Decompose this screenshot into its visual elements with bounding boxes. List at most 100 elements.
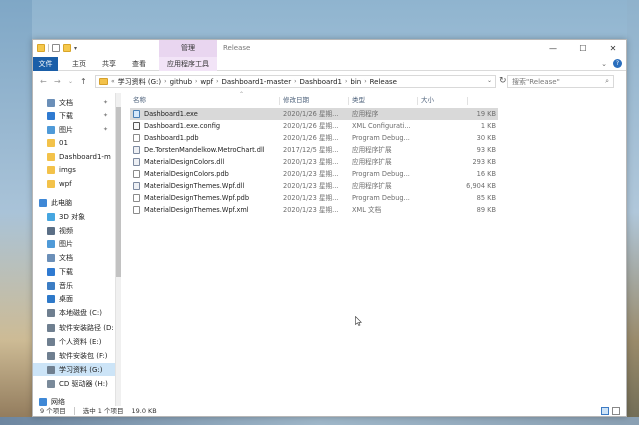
folder-icon [47, 138, 55, 147]
file-name: MaterialDesignThemes.Wpf.dll [144, 182, 245, 190]
column-divider[interactable] [279, 97, 280, 105]
file-size: 85 KB [476, 194, 496, 202]
breadcrumb-segment[interactable]: wpf [200, 78, 213, 86]
maximize-button[interactable]: ☐ [568, 40, 598, 57]
file-row[interactable]: MaterialDesignThemes.Wpf.xml 2020/1/23 星期… [130, 204, 498, 216]
chevron-right-icon[interactable]: › [364, 78, 366, 85]
address-dropdown-icon[interactable]: ⌄ [487, 77, 492, 84]
up-arrow-icon[interactable]: ↑ [80, 77, 87, 86]
file-row[interactable]: MaterialDesignThemes.Wpf.dll 2020/1/23 星期… [130, 180, 498, 192]
file-icon [133, 110, 140, 118]
search-input[interactable]: 搜索"Release" ⌕ [507, 75, 614, 88]
file-row[interactable]: Dashboard1.exe.config 2020/1/26 星期... XML … [130, 120, 498, 132]
breadcrumb-segment[interactable]: Release [370, 78, 397, 86]
sidebar-item[interactable]: 文档 [33, 251, 115, 264]
tab-view[interactable]: 查看 [127, 57, 151, 71]
expand-ribbon-icon[interactable]: ⌄ [601, 57, 607, 71]
file-row[interactable]: Dashboard1.exe 2020/1/26 星期... 应用程序 19 KB [130, 108, 498, 120]
column-divider[interactable] [467, 97, 468, 105]
tab-file[interactable]: 文件 [33, 57, 58, 71]
sidebar-item[interactable]: 软件安装包 (F:) [33, 349, 115, 362]
sidebar-item[interactable]: imgs [33, 163, 115, 176]
file-row[interactable]: De.TorstenMandelkow.MetroChart.dll 2017/1… [130, 144, 498, 156]
sidebar-item[interactable]: 图片 [33, 237, 115, 250]
sidebar-item[interactable]: wpf [33, 177, 115, 190]
sidebar-item-label: Dashboard1-m [59, 152, 111, 161]
divider [48, 44, 49, 52]
breadcrumb-segment[interactable]: bin [350, 78, 361, 86]
breadcrumb-segment[interactable]: 学习资料 (G:) [118, 77, 161, 87]
new-folder-icon[interactable] [63, 44, 71, 52]
sidebar-item-label: 文档 [59, 253, 73, 262]
chevron-right-icon[interactable]: › [345, 78, 347, 85]
recent-locations-icon[interactable]: ⌄ [68, 78, 73, 85]
file-row[interactable]: Dashboard1.pdb 2020/1/26 星期... Program Deb… [130, 132, 498, 144]
file-row[interactable]: MaterialDesignThemes.Wpf.pdb 2020/1/23 星期… [130, 192, 498, 204]
file-row[interactable]: MaterialDesignColors.dll 2020/1/23 星期... 应… [130, 156, 498, 168]
sidebar-item[interactable]: 图片 ✦ [33, 123, 115, 136]
tab-share[interactable]: 共享 [97, 57, 121, 71]
manage-context-tab[interactable]: 管理 [159, 40, 217, 57]
pin-icon[interactable]: ✦ [103, 99, 108, 106]
sidebar-item[interactable]: 音乐 [33, 279, 115, 292]
sidebar-item[interactable]: 3D 对象 [33, 210, 115, 223]
column-header-date[interactable]: 修改日期 [283, 93, 309, 107]
pin-icon[interactable]: ✦ [103, 126, 108, 133]
tab-application-tools[interactable]: 应用程序工具 [159, 57, 217, 71]
breadcrumb-segment[interactable]: github [170, 78, 192, 86]
column-divider[interactable] [417, 97, 418, 105]
refresh-icon[interactable]: ↻ [499, 76, 507, 86]
sidebar-item[interactable]: 个人资料 (E:) [33, 335, 115, 348]
sidebar-item-label: CD 驱动器 (H:) [59, 379, 108, 388]
column-header-type[interactable]: 类型 [352, 93, 365, 107]
file-name: MaterialDesignColors.dll [144, 158, 225, 166]
download-icon [47, 267, 55, 276]
sidebar-item[interactable]: Dashboard1-m [33, 150, 115, 163]
sidebar-item[interactable]: 下载 [33, 265, 115, 278]
file-size: 293 KB [472, 158, 496, 166]
scrollbar-thumb[interactable] [116, 107, 121, 277]
chevron-right-icon[interactable]: › [195, 78, 197, 85]
sidebar-item[interactable]: 下载 ✦ [33, 109, 115, 122]
pin-icon[interactable]: ✦ [103, 112, 108, 119]
file-size: 30 KB [476, 134, 496, 142]
file-icon [133, 182, 140, 190]
breadcrumb-segment[interactable]: Dashboard1 [300, 78, 342, 86]
forward-arrow-icon[interactable]: → [54, 77, 61, 86]
sidebar-item-label: 下载 [59, 267, 73, 276]
details-view-icon[interactable] [601, 407, 609, 415]
sidebar-item[interactable]: CD 驱动器 (H:) [33, 377, 115, 390]
file-icon [133, 146, 140, 154]
chevron-right-icon[interactable]: › [216, 78, 218, 85]
column-header-name[interactable]: 名称 [133, 93, 146, 107]
chevron-right-icon[interactable]: › [164, 78, 166, 85]
navigation-pane-scrollbar[interactable] [115, 93, 121, 406]
file-row[interactable]: MaterialDesignColors.pdb 2020/1/23 星期... P… [130, 168, 498, 180]
column-divider[interactable] [348, 97, 349, 105]
drive-icon [47, 337, 55, 346]
breadcrumb-segment[interactable]: Dashboard1-master [221, 78, 291, 86]
sidebar-item[interactable]: 此电脑 [33, 196, 115, 209]
sidebar-item[interactable]: 软件安装路径 (D: [33, 321, 115, 334]
sidebar-item[interactable]: 本地磁盘 (C:) [33, 306, 115, 319]
sidebar-item[interactable]: 桌面 [33, 292, 115, 305]
help-icon[interactable]: ? [613, 59, 622, 68]
address-overflow[interactable]: « [111, 78, 115, 85]
file-name: De.TorstenMandelkow.MetroChart.dll [144, 146, 265, 154]
properties-icon[interactable] [52, 44, 60, 52]
customize-toolbar-icon[interactable]: ▾ [74, 45, 77, 52]
back-arrow-icon[interactable]: ← [40, 77, 47, 86]
chevron-right-icon[interactable]: › [294, 78, 296, 85]
quick-access-toolbar: ▾ [37, 44, 77, 52]
address-bar[interactable]: « 学习资料 (G:) › github › wpf › Dashboard1-… [95, 75, 496, 88]
sidebar-item[interactable]: 01 [33, 136, 115, 149]
navigation-pane: 文档 ✦ 下载 ✦ 图片 ✦ 01 Dashboard1-m imgs wpf 此电脑 3D 对象 视频… [33, 93, 115, 406]
column-header-size[interactable]: 大小 [421, 93, 434, 107]
minimize-button[interactable]: — [538, 40, 568, 57]
large-icons-view-icon[interactable] [612, 407, 620, 415]
tab-home[interactable]: 主页 [67, 57, 91, 71]
sidebar-item[interactable]: 学习资料 (G:) [33, 363, 115, 376]
sidebar-item[interactable]: 文档 ✦ [33, 96, 115, 109]
close-button[interactable]: ✕ [598, 40, 628, 57]
sidebar-item[interactable]: 视频 [33, 224, 115, 237]
